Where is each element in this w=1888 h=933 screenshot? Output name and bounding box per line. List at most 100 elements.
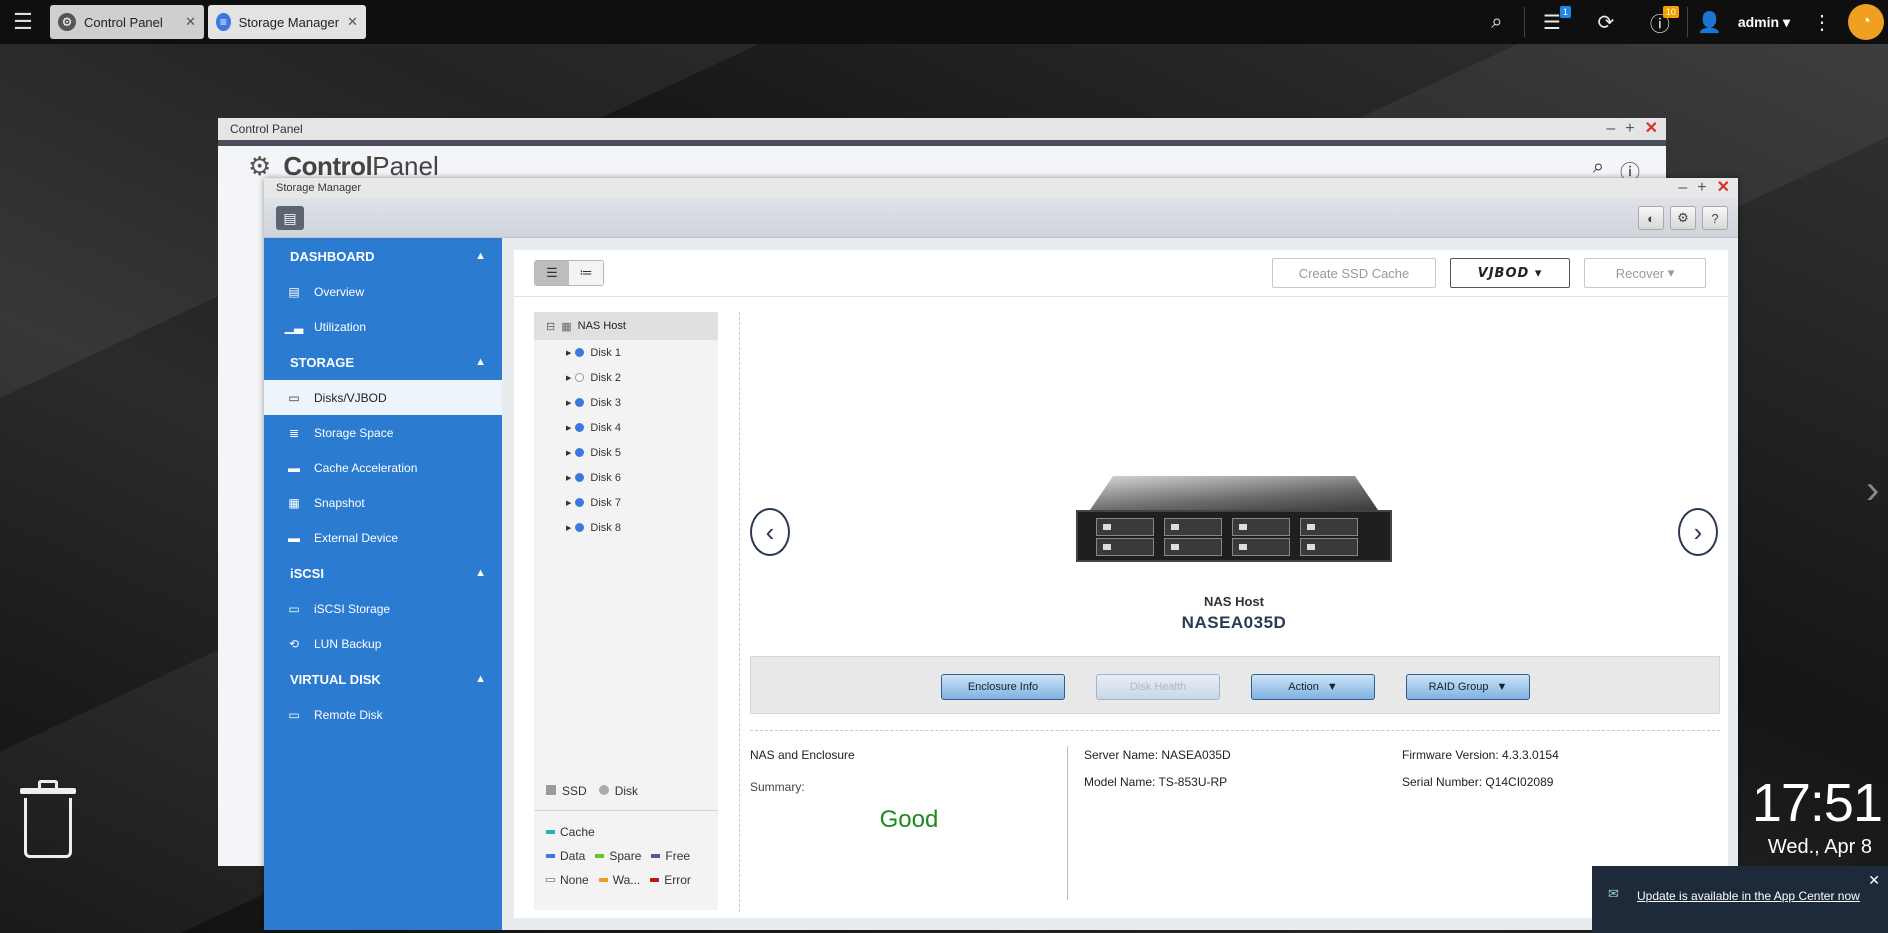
dashboard-gauge-icon[interactable]: ◔ (1848, 4, 1884, 40)
device-name: NASEA035D (1181, 613, 1287, 632)
layout-toggle-icon[interactable]: ▤ (276, 206, 304, 230)
action-dropdown-button[interactable]: Action ▼ (1251, 674, 1375, 700)
tree-item-disk-8[interactable]: ▶ Disk 8 (534, 515, 718, 540)
tree-root-nas-host[interactable]: ⊟ ▦ NAS Host (534, 312, 718, 340)
sidebar-item-label: Overview (314, 284, 365, 299)
help-icon[interactable]: ? (1702, 206, 1728, 230)
tree-item-disk-5[interactable]: ▶ Disk 5 (534, 440, 718, 465)
disk-label: Disk 6 (590, 471, 621, 484)
drive-bay (1164, 538, 1222, 556)
sidebar-section-storage[interactable]: STORAGE ▲ (264, 344, 502, 380)
search-icon[interactable]: ⌕ (1470, 0, 1524, 44)
chevron-up-icon: ▲ (475, 673, 486, 685)
sidebar-item-storage-space[interactable]: ≣ Storage Space (264, 415, 502, 450)
tree-item-disk-3[interactable]: ▶ Disk 3 (534, 390, 718, 415)
create-ssd-cache-button[interactable]: Create SSD Cache (1272, 258, 1436, 288)
update-notification: ✉ Update is available in the App Center … (1592, 866, 1888, 933)
disk-label: Disk 1 (590, 346, 621, 359)
sidebar-item-utilization[interactable]: ▁▃ Utilization (264, 309, 502, 344)
chevron-right-icon[interactable]: › (1866, 468, 1879, 513)
expand-icon[interactable]: ▶ (566, 424, 571, 432)
legend-label: SSD (562, 784, 587, 798)
expand-icon[interactable]: ▶ (566, 449, 571, 457)
taskbar-tab-control-panel[interactable]: ⚙ Control Panel ✕ (50, 5, 204, 39)
tree-item-disk-7[interactable]: ▶ Disk 7 (534, 490, 718, 515)
divider (750, 730, 1720, 731)
tree-root-label: NAS Host (577, 320, 626, 332)
close-icon[interactable]: ✕ (1645, 121, 1658, 137)
grid-view-icon[interactable]: ☰ (535, 261, 569, 285)
enclosure-info-button[interactable]: Enclosure Info (941, 674, 1065, 700)
nas-host-icon: ▦ (561, 320, 572, 333)
section-label: iSCSI (290, 565, 324, 581)
chevron-up-icon: ▲ (475, 250, 486, 262)
minimize-icon[interactable]: – (1678, 180, 1687, 196)
sidebar-item-overview[interactable]: ▤ Overview (264, 274, 502, 309)
window-titlebar[interactable]: Control Panel – + ✕ (218, 118, 1666, 140)
sidebar-item-snapshot[interactable]: ▦ Snapshot (264, 485, 502, 520)
collapse-icon[interactable]: ⊟ (546, 320, 555, 333)
window-titlebar[interactable]: Storage Manager – + ✕ (264, 178, 1738, 198)
storage-manager-window: Storage Manager – + ✕ ▤ ◐ ⚙ ? DASHBOARD ▲… (264, 178, 1738, 930)
sidebar-item-disks-vjbod[interactable]: ▭ Disks/VJBOD (264, 380, 502, 415)
sidebar-item-remote-disk[interactable]: ▭ Remote Disk (264, 697, 502, 732)
expand-icon[interactable]: ▶ (566, 399, 571, 407)
vjbod-cloud-icon[interactable]: ◐ (1638, 206, 1664, 230)
gear-icon: ⚙ (58, 13, 76, 31)
update-notification-link[interactable]: Update is available in the App Center no… (1637, 888, 1867, 904)
list-view-icon[interactable]: ≔ (569, 261, 603, 285)
expand-icon[interactable]: ▶ (566, 349, 571, 357)
taskbar-tab-storage-manager[interactable]: ≡ Storage Manager ✕ (208, 5, 366, 39)
minimize-icon[interactable]: – (1606, 121, 1615, 137)
expand-icon[interactable]: ▶ (566, 524, 571, 532)
ssd-square-icon (546, 785, 556, 795)
disk-health-button[interactable]: Disk Health (1096, 674, 1220, 700)
expand-icon[interactable]: ▶ (566, 499, 571, 507)
vjbod-dropdown-button[interactable]: VJBOD ▾ (1450, 258, 1570, 288)
more-options-icon[interactable]: ⋮ (1804, 0, 1840, 44)
legend-label: Cache (560, 825, 595, 839)
user-menu[interactable]: admin ▾ (1732, 14, 1804, 31)
close-icon[interactable]: ✕ (1717, 180, 1730, 196)
main-menu-icon[interactable]: ☰ (0, 0, 46, 44)
raid-group-dropdown-button[interactable]: RAID Group ▼ (1406, 674, 1530, 700)
tree-item-disk-4[interactable]: ▶ Disk 4 (534, 415, 718, 440)
sidebar-item-label: External Device (314, 530, 399, 545)
legend-label: Error (664, 873, 691, 887)
message-icon: ✉ (1608, 886, 1619, 901)
sidebar-section-iscsi[interactable]: iSCSI ▲ (264, 555, 502, 591)
expand-icon[interactable]: ▶ (566, 474, 571, 482)
recycle-bin-icon[interactable] (18, 780, 78, 860)
background-tasks-icon[interactable]: ☰ 1 (1525, 0, 1579, 44)
sidebar-item-external-device[interactable]: ▬ External Device (264, 520, 502, 555)
section-label: STORAGE (290, 354, 355, 370)
maximize-icon[interactable]: + (1625, 121, 1634, 137)
next-arrow-icon[interactable]: › (1678, 508, 1718, 556)
sync-icon[interactable]: ⟳ (1579, 0, 1633, 44)
settings-icon[interactable]: ⚙ (1670, 206, 1696, 230)
sidebar-section-dashboard[interactable]: DASHBOARD ▲ (264, 238, 502, 274)
previous-arrow-icon[interactable]: ‹ (750, 508, 790, 556)
divider (514, 296, 1728, 297)
sidebar-item-lun-backup[interactable]: ⟲ LUN Backup (264, 626, 502, 661)
sidebar-item-cache-acceleration[interactable]: ▬ Cache Acceleration (264, 450, 502, 485)
legend-label: None (560, 873, 589, 887)
close-icon[interactable]: ✕ (185, 14, 196, 30)
sidebar-section-virtual-disk[interactable]: VIRTUAL DISK ▲ (264, 661, 502, 697)
taskbar-tab-label: Control Panel (84, 14, 163, 30)
recover-dropdown-button[interactable]: Recover ▾ (1584, 258, 1706, 288)
user-avatar-icon[interactable]: 👤 (1688, 0, 1732, 44)
control-panel-title-light: Panel (372, 150, 439, 181)
tree-item-disk-1[interactable]: ▶ Disk 1 (534, 340, 718, 365)
sidebar-item-iscsi-storage[interactable]: ▭ iSCSI Storage (264, 591, 502, 626)
close-icon[interactable]: ✕ (1868, 872, 1880, 889)
sidebar-item-label: Snapshot (314, 495, 365, 510)
action-label: Action (1288, 681, 1319, 693)
window-toolbar: ▤ ◐ ⚙ ? (264, 198, 1738, 238)
info-icon[interactable]: ⓘ 10 (1633, 0, 1687, 44)
close-icon[interactable]: ✕ (347, 14, 358, 30)
tree-item-disk-2[interactable]: ▶ Disk 2 (534, 365, 718, 390)
maximize-icon[interactable]: + (1697, 180, 1706, 196)
expand-icon[interactable]: ▶ (566, 374, 571, 382)
tree-item-disk-6[interactable]: ▶ Disk 6 (534, 465, 718, 490)
